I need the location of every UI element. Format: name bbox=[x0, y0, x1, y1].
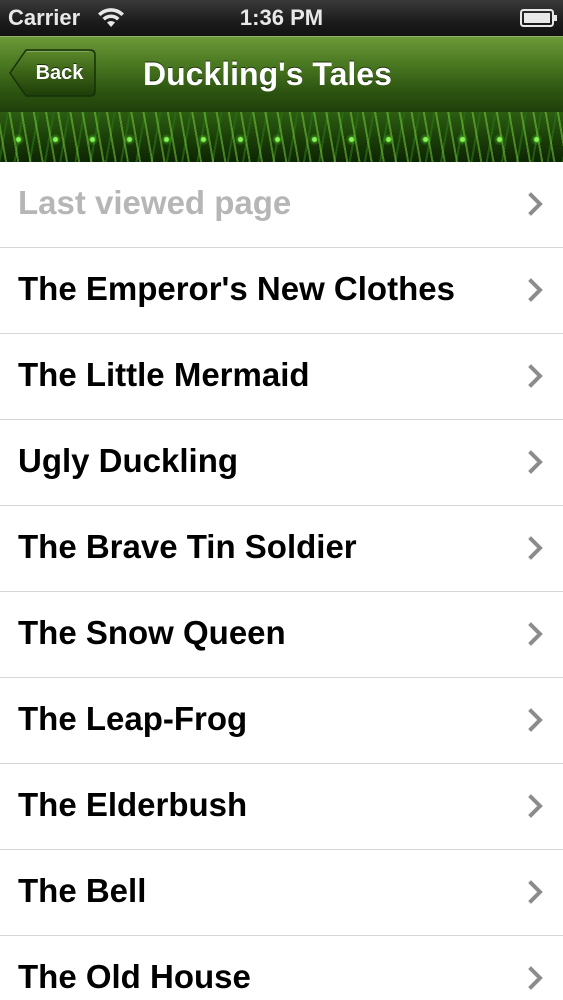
app-screen: Carrier 1:36 PM Back Duckling's Tales La… bbox=[0, 0, 563, 1000]
list-item[interactable]: The Leap-Frog bbox=[0, 678, 563, 764]
list-item[interactable]: The Bell bbox=[0, 850, 563, 936]
last-viewed-page-row[interactable]: Last viewed page bbox=[0, 162, 563, 248]
list-item-label: Last viewed page bbox=[18, 184, 292, 221]
list-item-label: The Elderbush bbox=[18, 786, 248, 823]
chevron-right-icon bbox=[528, 708, 543, 732]
back-button[interactable]: Back bbox=[8, 48, 97, 98]
clock: 1:36 PM bbox=[239, 5, 324, 30]
list-item-label: The Little Mermaid bbox=[18, 356, 310, 393]
list-item[interactable]: The Elderbush bbox=[0, 764, 563, 850]
grass-banner-image bbox=[0, 112, 563, 162]
battery-icon bbox=[520, 9, 557, 27]
chevron-right-icon bbox=[528, 192, 543, 216]
list-item[interactable]: The Emperor's New Clothes bbox=[0, 248, 563, 334]
page-title: Duckling's Tales bbox=[143, 56, 392, 92]
list-item[interactable]: The Brave Tin Soldier bbox=[0, 506, 563, 592]
chevron-right-icon bbox=[528, 880, 543, 904]
chevron-right-icon bbox=[528, 536, 543, 560]
story-list: Last viewed page The Emperor's New Clothe… bbox=[0, 162, 563, 1000]
list-item-label: The Snow Queen bbox=[18, 614, 286, 651]
chevron-right-icon bbox=[528, 966, 543, 990]
chevron-right-icon bbox=[528, 278, 543, 302]
list-item-label: Ugly Duckling bbox=[18, 442, 239, 479]
list-item-label: The Emperor's New Clothes bbox=[18, 270, 455, 307]
chevron-right-icon bbox=[528, 450, 543, 474]
list-item-label: The Brave Tin Soldier bbox=[18, 528, 357, 565]
list-item[interactable]: The Snow Queen bbox=[0, 592, 563, 678]
list-item[interactable]: The Old House bbox=[0, 936, 563, 1000]
status-bar: Carrier 1:36 PM bbox=[0, 0, 563, 36]
list-item-label: The Bell bbox=[18, 872, 147, 909]
list-item-label: The Leap-Frog bbox=[18, 700, 248, 737]
chevron-right-icon bbox=[528, 622, 543, 646]
back-button-label: Back bbox=[35, 62, 84, 84]
navigation-bar: Back Duckling's Tales bbox=[0, 36, 563, 113]
list-item[interactable]: Ugly Duckling bbox=[0, 420, 563, 506]
chevron-right-icon bbox=[528, 794, 543, 818]
chevron-right-icon bbox=[528, 364, 543, 388]
list-item-label: The Old House bbox=[18, 958, 251, 995]
list-item[interactable]: The Little Mermaid bbox=[0, 334, 563, 420]
